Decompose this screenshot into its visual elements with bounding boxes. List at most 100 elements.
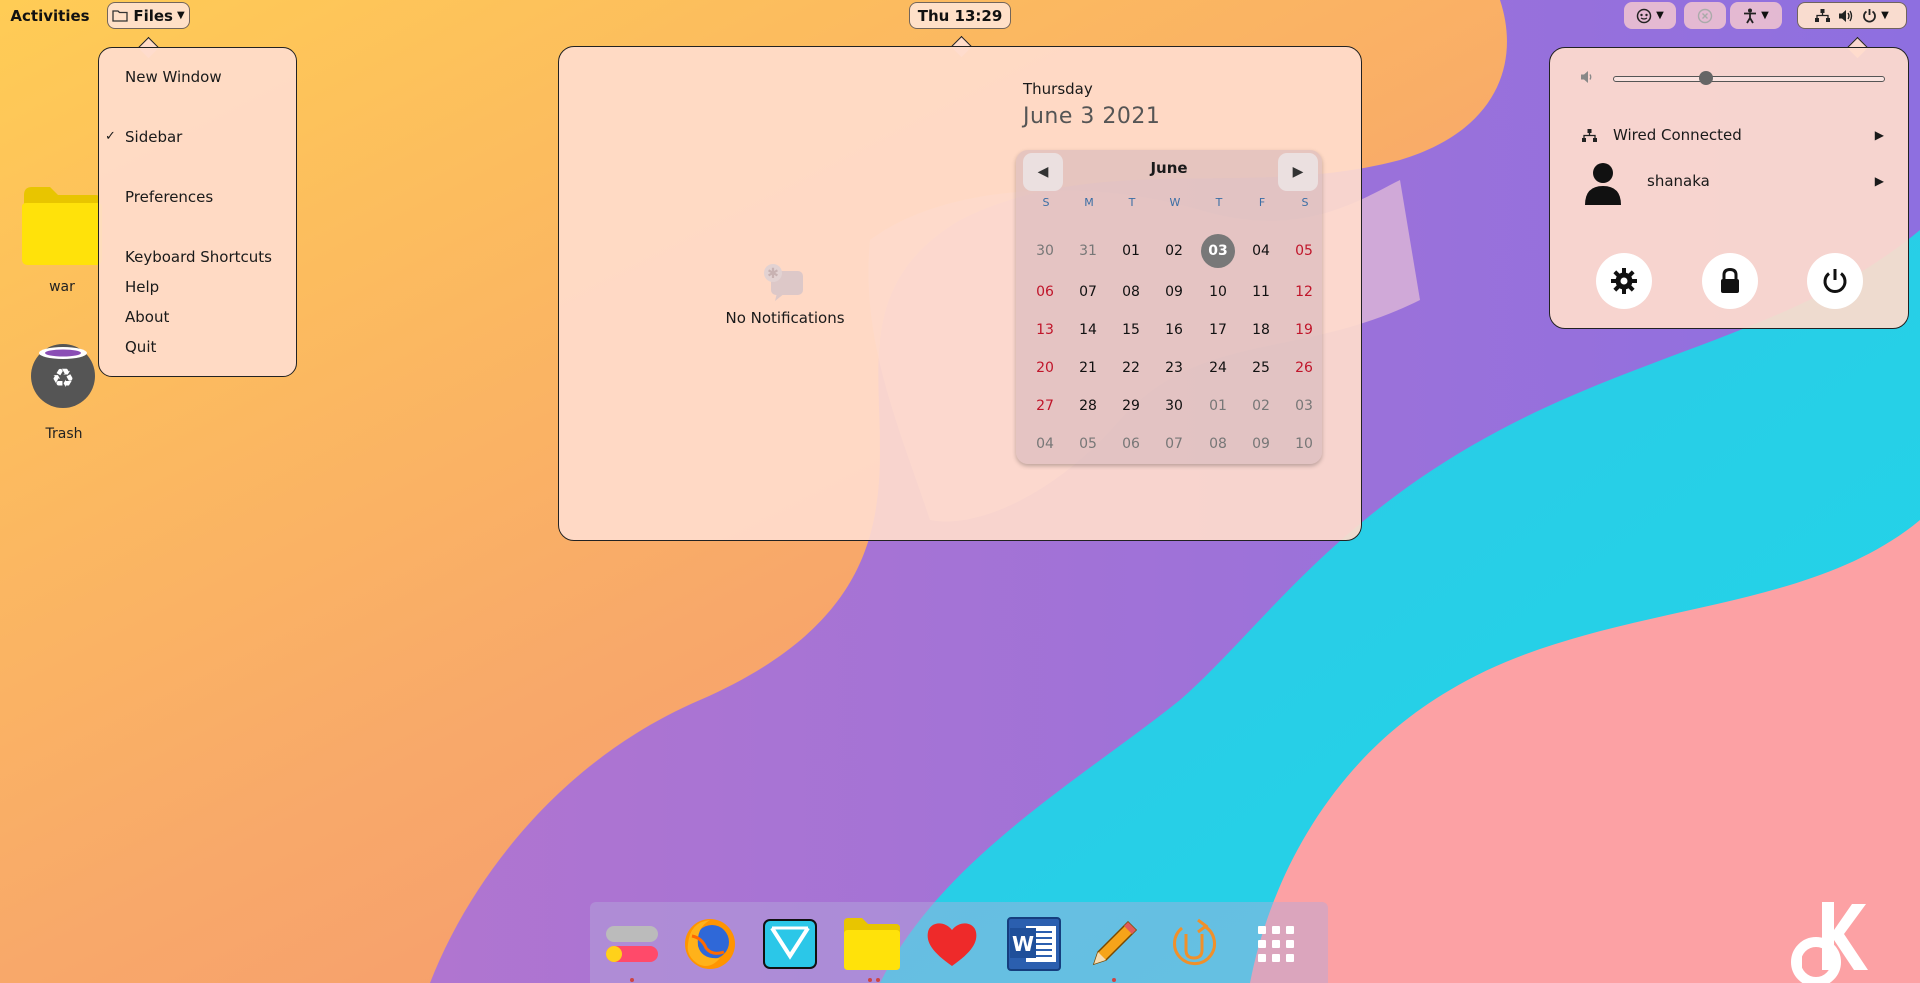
calendar-day[interactable]: 04 xyxy=(1242,235,1280,267)
calendar-day[interactable]: 02 xyxy=(1242,390,1280,422)
chevron-down-icon: ▼ xyxy=(1761,10,1769,21)
volume-slider-handle[interactable] xyxy=(1699,71,1714,85)
system-menu-popover: Wired Connected ▶ shanaka ▶ xyxy=(1549,47,1909,329)
chevron-right-icon: ▶ xyxy=(1292,164,1304,180)
files-app-icon[interactable] xyxy=(842,916,902,972)
word-app-icon[interactable]: W xyxy=(1004,916,1064,972)
calendar-day[interactable]: 10 xyxy=(1285,428,1323,460)
running-indicator xyxy=(876,978,880,982)
calendar-day[interactable]: 30 xyxy=(1026,235,1064,267)
menu-item-quit[interactable]: Quit xyxy=(99,334,296,360)
no-notifications-label: No Notifications xyxy=(725,309,845,327)
firefox-icon[interactable] xyxy=(680,916,740,972)
close-indicator[interactable] xyxy=(1684,2,1726,29)
accessibility-menu[interactable]: ▼ xyxy=(1730,2,1782,29)
calendar-day[interactable]: 22 xyxy=(1112,352,1150,384)
calendar-day[interactable]: 27 xyxy=(1026,390,1064,422)
calendar-day[interactable]: 03 xyxy=(1285,390,1323,422)
calendar-day[interactable]: 16 xyxy=(1155,314,1193,346)
calendar-weekday-header: T xyxy=(1128,196,1136,209)
menu-item-help[interactable]: Help xyxy=(99,274,296,300)
chevron-down-icon: ▼ xyxy=(1656,10,1664,21)
calendar-day[interactable]: 07 xyxy=(1069,276,1107,308)
calendar-day[interactable]: 01 xyxy=(1199,390,1237,422)
power-button[interactable] xyxy=(1807,253,1863,309)
calendar-day[interactable]: 04 xyxy=(1026,428,1064,460)
user-label: shanaka xyxy=(1647,172,1710,190)
calendar-day[interactable]: 17 xyxy=(1199,314,1237,346)
menu-item-about[interactable]: About xyxy=(99,304,296,330)
folder-icon xyxy=(112,10,128,22)
calendar-day[interactable]: 15 xyxy=(1112,314,1150,346)
desktop-folder-label: war xyxy=(49,279,75,295)
calendar-day[interactable]: 11 xyxy=(1242,276,1280,308)
calendar-day[interactable]: 05 xyxy=(1069,428,1107,460)
calendar-day[interactable]: 20 xyxy=(1026,352,1064,384)
activities-button[interactable]: Activities xyxy=(2,2,98,29)
heart-app-icon[interactable] xyxy=(922,916,982,972)
calendar-day[interactable]: 18 xyxy=(1242,314,1280,346)
calendar-day[interactable]: 08 xyxy=(1112,276,1150,308)
settings-button[interactable] xyxy=(1596,253,1652,309)
menu-item-new-window[interactable]: New Window xyxy=(99,64,296,90)
clock-button[interactable]: Thu 13:29 xyxy=(909,2,1011,29)
calendar-day[interactable]: 29 xyxy=(1112,390,1150,422)
update-app-icon[interactable] xyxy=(1164,916,1224,972)
trash-label: Trash xyxy=(45,426,83,442)
calendar-day[interactable]: 31 xyxy=(1069,235,1107,267)
app-menu-button[interactable]: Files ▼ xyxy=(107,2,190,29)
calendar-day[interactable]: 13 xyxy=(1026,314,1064,346)
calendar-day[interactable]: 26 xyxy=(1285,352,1323,384)
trash-icon[interactable]: ♻ xyxy=(30,343,96,409)
full-date-label[interactable]: June 3 2021 xyxy=(1023,104,1160,129)
running-indicator xyxy=(868,978,872,982)
lock-button[interactable] xyxy=(1702,253,1758,309)
toggle-switch-app-icon[interactable] xyxy=(602,916,662,972)
calendar-day[interactable]: 01 xyxy=(1112,235,1150,267)
calendar-day[interactable]: 06 xyxy=(1112,428,1150,460)
menu-item-sidebar[interactable]: ✓ Sidebar xyxy=(99,124,296,150)
pencil-editor-icon[interactable] xyxy=(1084,916,1144,972)
calendar-weekday-header: W xyxy=(1169,196,1181,209)
calendar-day[interactable]: 06 xyxy=(1026,276,1064,308)
calendar-day[interactable]: 30 xyxy=(1155,390,1193,422)
network-label: Wired Connected xyxy=(1613,126,1742,144)
calendar-widget: ◀ June ▶ S M T W T F S 30 31 01 02 03 04 05 06 07 08 09 10… xyxy=(1016,150,1322,464)
network-row[interactable]: Wired Connected ▶ xyxy=(1550,116,1910,156)
system-menu-button[interactable]: ▼ xyxy=(1797,2,1907,29)
calendar-day[interactable]: 21 xyxy=(1069,352,1107,384)
calendar-day[interactable]: 09 xyxy=(1155,276,1193,308)
app-name-label: Files xyxy=(133,6,173,25)
menu-item-preferences[interactable]: Preferences xyxy=(99,184,296,210)
next-month-button[interactable]: ▶ xyxy=(1278,153,1318,191)
calendar-day[interactable]: 07 xyxy=(1155,428,1193,460)
calendar-day[interactable]: 24 xyxy=(1199,352,1237,384)
input-method-indicator[interactable]: ▼ xyxy=(1624,2,1676,29)
weekday-label[interactable]: Thursday xyxy=(1023,80,1093,98)
svg-text:♻: ♻ xyxy=(51,364,74,394)
power-icon xyxy=(1823,269,1847,293)
calendar-day[interactable]: 12 xyxy=(1285,276,1323,308)
calendar-day[interactable]: 23 xyxy=(1155,352,1193,384)
keyboard-layout-icon xyxy=(1636,8,1652,23)
top-bar: Activities Files ▼ Thu 13:29 ▼ ▼ ▼ xyxy=(0,0,1920,31)
calendar-day[interactable]: 10 xyxy=(1199,276,1237,308)
calendar-day[interactable]: 19 xyxy=(1285,314,1323,346)
app-grid-icon[interactable] xyxy=(1246,916,1306,972)
chevron-down-icon: ▼ xyxy=(1881,10,1889,21)
calendar-day[interactable]: 02 xyxy=(1155,235,1193,267)
user-row[interactable]: shanaka ▶ xyxy=(1550,162,1910,205)
calendar-day[interactable]: 09 xyxy=(1242,428,1280,460)
svg-text:W: W xyxy=(1012,932,1034,956)
calendar-day[interactable]: 28 xyxy=(1069,390,1107,422)
folder-icon[interactable] xyxy=(20,183,104,267)
calendar-day[interactable]: 25 xyxy=(1242,352,1280,384)
calendar-weekday-header: S xyxy=(1301,196,1309,209)
mail-app-icon[interactable] xyxy=(760,916,820,972)
volume-slider[interactable] xyxy=(1613,71,1885,85)
calendar-day[interactable]: 08 xyxy=(1199,428,1237,460)
calendar-day[interactable]: 03 xyxy=(1199,235,1237,267)
calendar-day[interactable]: 14 xyxy=(1069,314,1107,346)
calendar-day[interactable]: 05 xyxy=(1285,235,1323,267)
menu-item-keyboard-shortcuts[interactable]: Keyboard Shortcuts xyxy=(99,244,296,270)
